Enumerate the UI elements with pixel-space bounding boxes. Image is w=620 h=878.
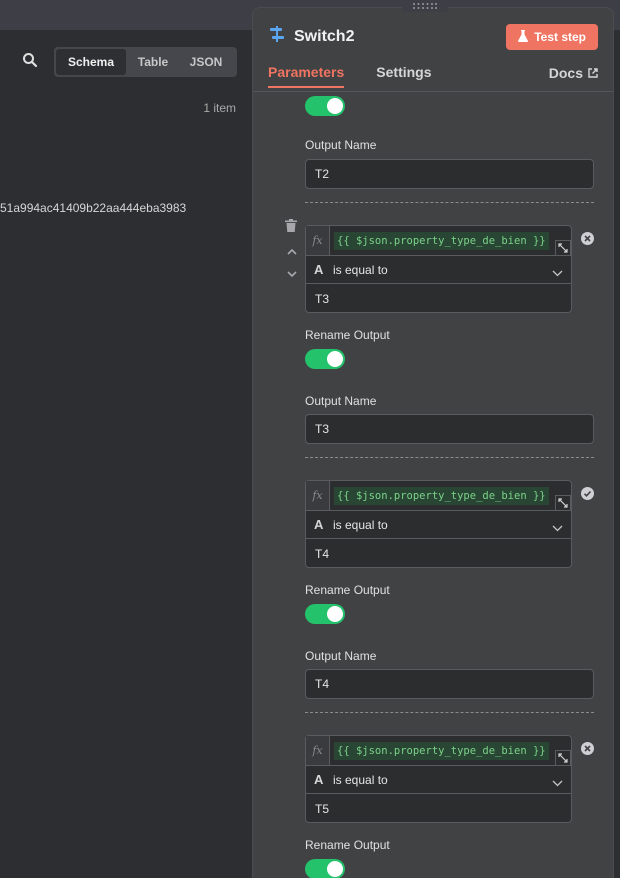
expression-field[interactable]: {{ $json.property_type_de_bien }} xyxy=(334,487,549,505)
output-name-label: Output Name xyxy=(305,138,377,152)
operator-select[interactable]: A is equal to xyxy=(306,256,571,284)
condition-left-value: fx {{ $json.property_type_de_bien }} xyxy=(306,226,571,256)
rule-divider xyxy=(305,457,594,458)
fx-icon: fx xyxy=(306,481,330,510)
condition-box: fx {{ $json.property_type_de_bien }} A i… xyxy=(305,225,572,313)
rename-output-label: Rename Output xyxy=(305,583,390,597)
rename-output-toggle[interactable] xyxy=(305,96,345,116)
flask-icon xyxy=(518,29,529,45)
chevron-down-icon xyxy=(552,774,563,792)
trash-icon[interactable] xyxy=(285,219,297,237)
condition-left-value: fx {{ $json.property_type_de_bien }} xyxy=(306,736,571,766)
operator-label: is equal to xyxy=(333,772,388,787)
search-icon[interactable] xyxy=(22,52,42,72)
input-data-panel: Schema Table JSON 1 item 51a994ac41409b2… xyxy=(0,0,252,878)
input-panel-topbar xyxy=(0,0,252,30)
rename-output-label: Rename Output xyxy=(305,328,390,342)
rename-output-toggle[interactable] xyxy=(305,604,345,624)
tab-settings[interactable]: Settings xyxy=(376,64,431,88)
condition-right-value[interactable]: T4 xyxy=(315,539,329,568)
output-name-input[interactable]: T4 xyxy=(305,669,594,699)
node-title[interactable]: Switch2 xyxy=(294,28,354,46)
panel-drag-handle[interactable] xyxy=(402,0,448,12)
rename-output-toggle[interactable] xyxy=(305,859,345,878)
output-name-input[interactable]: T3 xyxy=(305,414,594,444)
string-type-icon: A xyxy=(314,772,324,787)
condition-left-value: fx {{ $json.property_type_de_bien }} xyxy=(306,481,571,511)
string-type-icon: A xyxy=(314,262,324,277)
chevron-down-icon xyxy=(552,264,563,282)
test-step-label: Test step xyxy=(534,30,586,44)
chevron-up-icon[interactable] xyxy=(287,243,297,261)
rename-output-label: Rename Output xyxy=(305,838,390,852)
node-title-group: Switch2 xyxy=(268,25,354,48)
switch-node-icon xyxy=(268,25,286,48)
view-schema-button[interactable]: Schema xyxy=(56,49,126,75)
remove-condition-icon[interactable] xyxy=(581,232,594,250)
expand-icon[interactable] xyxy=(555,240,571,256)
view-json-button[interactable]: JSON xyxy=(180,49,232,75)
docs-label: Docs xyxy=(548,65,583,81)
item-count: 1 item xyxy=(203,101,236,115)
node-tabs: Parameters Settings xyxy=(268,64,432,88)
fx-icon: fx xyxy=(306,736,330,765)
node-header: Switch2 Test step Parameters Settings Do… xyxy=(253,8,613,92)
condition-right-value[interactable]: T3 xyxy=(315,284,329,313)
condition-right-value[interactable]: T5 xyxy=(315,794,329,823)
rule-divider xyxy=(305,712,594,713)
operator-select[interactable]: A is equal to xyxy=(306,766,571,794)
output-name-label: Output Name xyxy=(305,649,377,663)
expand-icon[interactable] xyxy=(555,495,571,511)
view-mode-toggle: Schema Table JSON xyxy=(54,47,237,77)
schema-field-value: 51a994ac41409b22aa444eba3983 xyxy=(0,201,187,215)
tab-parameters[interactable]: Parameters xyxy=(268,64,345,88)
condition-box: fx {{ $json.property_type_de_bien }} A i… xyxy=(305,480,572,568)
external-link-icon xyxy=(588,65,598,81)
check-circle-icon[interactable] xyxy=(581,487,594,505)
view-table-button[interactable]: Table xyxy=(126,49,180,75)
docs-link[interactable]: Docs xyxy=(549,65,598,81)
operator-label: is equal to xyxy=(333,262,388,277)
string-type-icon: A xyxy=(314,517,324,532)
operator-label: is equal to xyxy=(333,517,388,532)
expand-icon[interactable] xyxy=(555,750,571,766)
expression-field[interactable]: {{ $json.property_type_de_bien }} xyxy=(334,742,549,760)
condition-box: fx {{ $json.property_type_de_bien }} A i… xyxy=(305,735,572,823)
test-step-button[interactable]: Test step xyxy=(506,24,598,50)
output-name-input[interactable]: T2 xyxy=(305,159,594,189)
fx-icon: fx xyxy=(306,226,330,255)
rename-output-toggle[interactable] xyxy=(305,349,345,369)
node-settings-panel: Switch2 Test step Parameters Settings Do… xyxy=(252,7,614,878)
rule-divider xyxy=(305,202,594,203)
parameters-content: Output Name T2 fx {{ $json.property_type… xyxy=(253,92,613,878)
expression-field[interactable]: {{ $json.property_type_de_bien }} xyxy=(334,232,549,250)
chevron-down-icon[interactable] xyxy=(287,265,297,283)
operator-select[interactable]: A is equal to xyxy=(306,511,571,539)
output-name-label: Output Name xyxy=(305,394,377,408)
chevron-down-icon xyxy=(552,519,563,537)
remove-condition-icon[interactable] xyxy=(581,742,594,760)
